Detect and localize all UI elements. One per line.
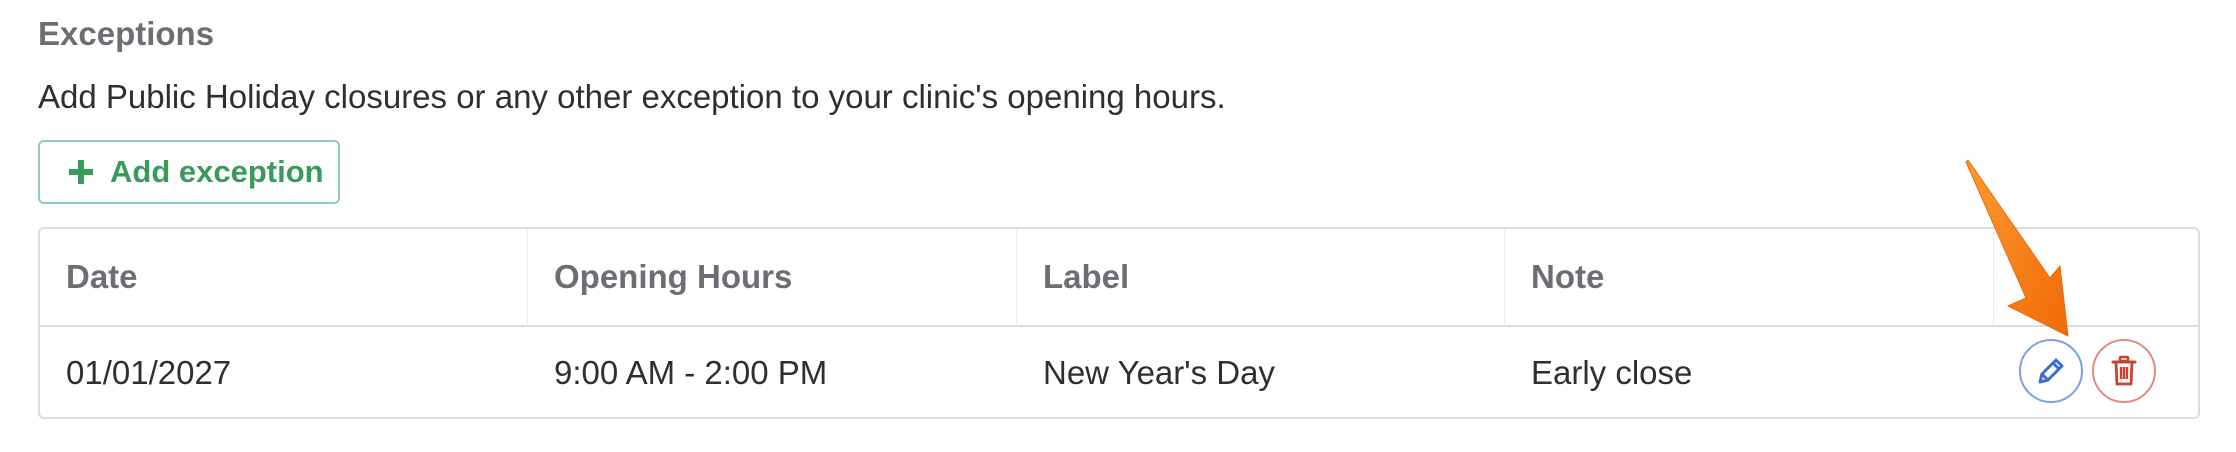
column-header-actions	[1994, 229, 2198, 325]
row-actions	[0, 325, 2236, 417]
plus-icon	[68, 159, 94, 185]
column-header-opening-hours: Opening Hours	[528, 229, 1017, 325]
add-exception-label: Add exception	[110, 154, 324, 189]
trash-icon	[2108, 354, 2140, 388]
add-exception-button[interactable]: Add exception	[38, 140, 340, 204]
pencil-icon	[2034, 354, 2068, 388]
column-header-date: Date	[40, 229, 528, 325]
column-header-note: Note	[1505, 229, 1994, 325]
column-header-label: Label	[1017, 229, 1505, 325]
section-description: Add Public Holiday closures or any other…	[38, 78, 1226, 115]
edit-button[interactable]	[2019, 339, 2083, 403]
section-title: Exceptions	[38, 15, 215, 52]
delete-button[interactable]	[2092, 339, 2156, 403]
table-header: Date Opening Hours Label Note	[40, 229, 2198, 327]
